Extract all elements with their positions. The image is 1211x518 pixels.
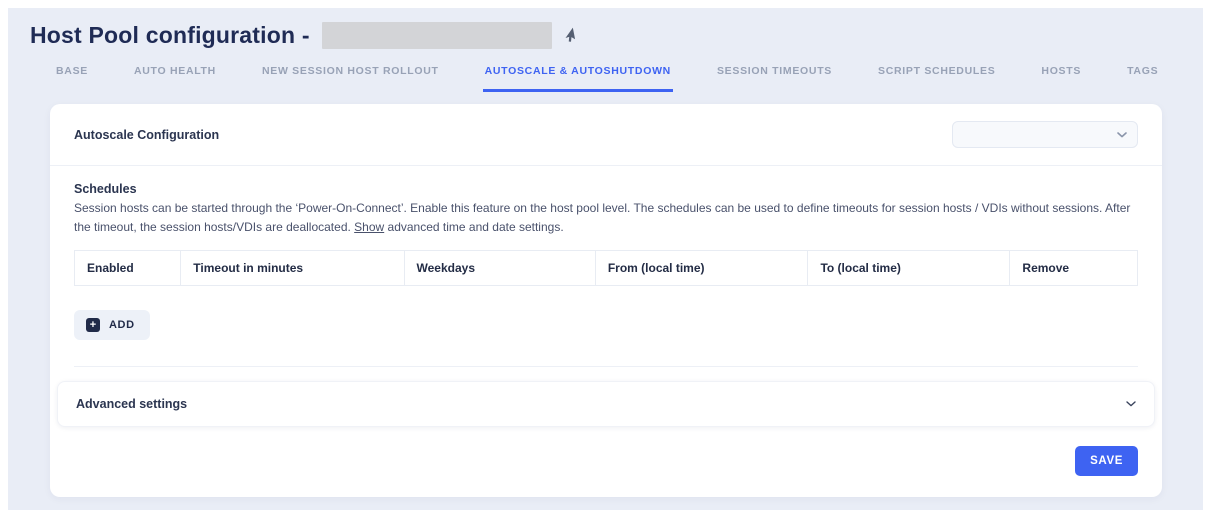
tab-auto-health[interactable]: AUTO HEALTH — [132, 65, 218, 92]
pointer-icon[interactable] — [566, 29, 579, 43]
schedules-description: Session hosts can be started through the… — [74, 199, 1138, 236]
column-header-remove: Remove — [1010, 251, 1138, 286]
schedules-description-text: Session hosts can be started through the… — [74, 201, 1130, 234]
host-pool-name-redacted — [322, 22, 552, 49]
tab-hosts[interactable]: HOSTS — [1039, 65, 1083, 92]
column-header-from: From (local time) — [595, 251, 808, 286]
section-divider — [74, 366, 1138, 367]
schedules-description-tail: advanced time and date settings. — [384, 220, 563, 234]
page-header: Host Pool configuration - — [30, 22, 1203, 49]
chevron-down-icon — [1117, 132, 1127, 138]
page-title: Host Pool configuration - — [30, 22, 310, 49]
tab-new-session-host-rollout[interactable]: NEW SESSION HOST ROLLOUT — [260, 65, 441, 92]
tab-base[interactable]: BASE — [54, 65, 90, 92]
column-header-enabled: Enabled — [75, 251, 181, 286]
tab-autoscale-autoshutdown[interactable]: AUTOSCALE & AUTOSHUTDOWN — [483, 65, 673, 92]
schedules-section: Schedules Session hosts can be started t… — [50, 166, 1162, 366]
schedules-heading: Schedules — [74, 182, 1138, 196]
tab-tags[interactable]: TAGS — [1125, 65, 1160, 92]
show-advanced-settings-link[interactable]: Show — [354, 220, 384, 234]
save-button[interactable]: SAVE — [1075, 446, 1138, 476]
chevron-down-icon — [1126, 401, 1136, 407]
tab-session-timeouts[interactable]: SESSION TIMEOUTS — [715, 65, 834, 92]
autoscale-configuration-row: Autoscale Configuration — [50, 104, 1162, 166]
autoscale-config-select[interactable] — [952, 121, 1138, 148]
card-footer: SAVE — [50, 427, 1162, 497]
plus-icon: + — [86, 318, 100, 332]
column-header-timeout: Timeout in minutes — [181, 251, 404, 286]
add-button-label: ADD — [109, 319, 135, 331]
autoscale-card: Autoscale Configuration Schedules Sessio… — [50, 104, 1162, 497]
autoscale-configuration-label: Autoscale Configuration — [74, 128, 219, 142]
column-header-weekdays: Weekdays — [404, 251, 595, 286]
tab-script-schedules[interactable]: SCRIPT SCHEDULES — [876, 65, 997, 92]
tab-bar: BASE AUTO HEALTH NEW SESSION HOST ROLLOU… — [54, 65, 1203, 92]
schedules-table: Enabled Timeout in minutes Weekdays From… — [74, 250, 1138, 286]
add-schedule-button[interactable]: + ADD — [74, 310, 150, 340]
advanced-settings-label: Advanced settings — [76, 397, 187, 411]
column-header-to: To (local time) — [808, 251, 1010, 286]
advanced-settings-accordion[interactable]: Advanced settings — [57, 381, 1155, 427]
schedules-table-header-row: Enabled Timeout in minutes Weekdays From… — [75, 251, 1138, 286]
host-pool-configuration-page: Host Pool configuration - BASE AUTO HEAL… — [8, 8, 1203, 510]
